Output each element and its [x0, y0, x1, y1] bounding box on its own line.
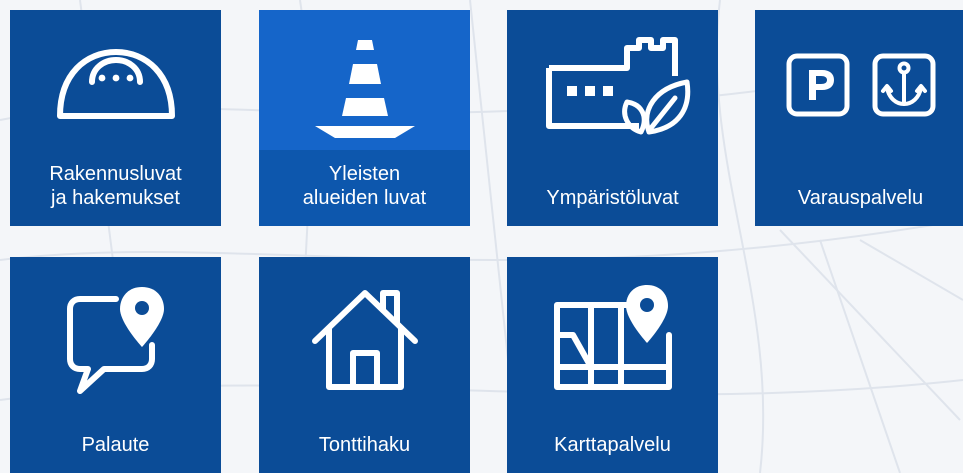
tile-rakennusluvat[interactable]: Rakennusluvat ja hakemukset — [10, 10, 221, 226]
tile-label: Ympäristöluvat — [546, 187, 679, 209]
tile-label: Palaute — [81, 434, 150, 456]
tile-ymparistoluvat[interactable]: Ympäristöluvat — [507, 10, 718, 226]
tile-label: Tonttihaku — [318, 434, 411, 456]
tile-label: Rakennusluvat ja hakemukset — [49, 163, 182, 209]
tile-label: Yleisten alueiden luvat — [302, 163, 427, 209]
hard-hat-icon — [10, 28, 221, 148]
map-pin-icon — [507, 275, 718, 395]
tile-varauspalvelu[interactable]: Varauspalvelu — [755, 10, 963, 226]
tile-tonttihaku[interactable]: Tonttihaku — [259, 257, 470, 473]
house-icon — [259, 275, 470, 395]
tile-label: Karttapalvelu — [554, 434, 671, 456]
tile-yleisten-alueiden-luvat[interactable]: Yleisten alueiden luvat — [259, 10, 470, 226]
parking-anchor-icon — [755, 28, 963, 148]
feedback-pin-icon — [10, 275, 221, 395]
tile-palaute[interactable]: Palaute — [10, 257, 221, 473]
tile-karttapalvelu[interactable]: Karttapalvelu — [507, 257, 718, 473]
tile-label: Varauspalvelu — [797, 187, 924, 209]
traffic-cone-icon — [259, 28, 470, 148]
factory-leaf-icon — [507, 28, 718, 148]
